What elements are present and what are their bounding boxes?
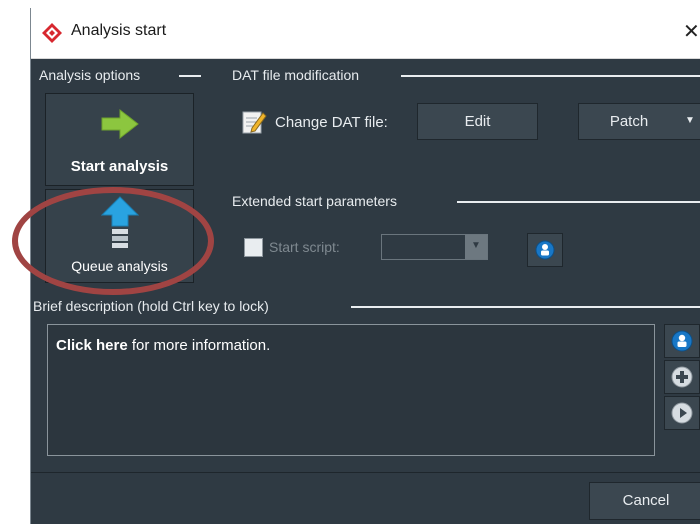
green-arrow-icon — [101, 108, 139, 140]
add-side-button[interactable] — [664, 360, 700, 394]
section-divider — [351, 306, 700, 308]
user-badge-icon — [535, 240, 555, 260]
brief-description-heading: Brief description (hold Ctrl key to lock… — [33, 298, 269, 314]
start-script-label: Start script: — [269, 239, 340, 255]
user-badge-icon — [671, 330, 693, 352]
edit-button[interactable]: Edit — [417, 103, 538, 140]
start-analysis-label: Start analysis — [70, 158, 169, 175]
window-title: Analysis start — [71, 22, 167, 39]
change-dat-label: Change DAT file: — [275, 114, 388, 131]
patch-label: Patch — [609, 113, 649, 130]
app-logo-icon — [42, 23, 62, 43]
play-side-button[interactable] — [664, 396, 700, 430]
script-info-button[interactable] — [527, 233, 563, 267]
start-script-checkbox[interactable] — [244, 238, 263, 257]
title-bar: Analysis start ✕ — [31, 8, 700, 59]
footer-divider — [31, 472, 700, 473]
start-script-select[interactable]: ▼ — [381, 234, 488, 260]
dat-modification-heading: DAT file modification — [232, 67, 360, 83]
queue-analysis-button[interactable]: Queue analysis — [45, 189, 194, 283]
patch-button[interactable]: Patch ▼ — [578, 103, 700, 140]
description-area[interactable]: Click here for more information. — [47, 324, 655, 456]
click-here-link[interactable]: Click here — [56, 337, 128, 354]
close-icon[interactable]: ✕ — [683, 19, 700, 44]
edit-document-icon — [242, 111, 267, 134]
play-icon — [671, 402, 693, 424]
start-analysis-button[interactable]: Start analysis — [45, 93, 194, 186]
description-text: Click here for more information. — [56, 337, 270, 354]
description-rest: for more information. — [127, 337, 271, 354]
analysis-options-heading: Analysis options — [39, 67, 141, 83]
cancel-button[interactable]: Cancel — [589, 482, 700, 520]
section-divider — [457, 201, 700, 203]
analysis-start-dialog: Analysis start ✕ Analysis options Start … — [30, 8, 700, 524]
section-divider — [179, 75, 201, 77]
info-side-button[interactable] — [664, 324, 700, 358]
plus-icon — [671, 366, 693, 388]
extended-params-heading: Extended start parameters — [232, 193, 397, 209]
section-divider — [401, 75, 700, 77]
dropdown-arrow-icon: ▼ — [685, 115, 695, 126]
queue-icon — [101, 196, 139, 248]
queue-analysis-label: Queue analysis — [71, 258, 168, 274]
dropdown-arrow-icon: ▼ — [465, 235, 487, 259]
